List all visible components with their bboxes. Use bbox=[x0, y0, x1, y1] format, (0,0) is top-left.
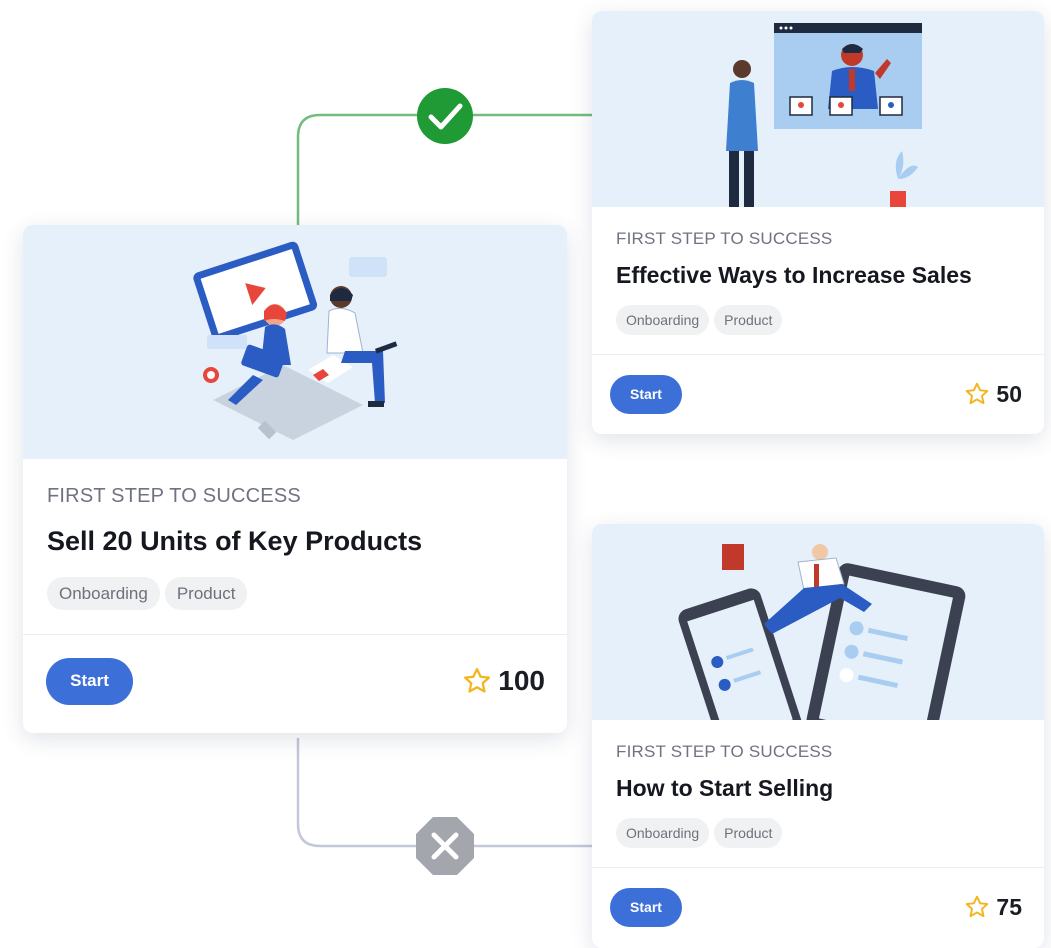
challenge-card-increase-sales[interactable]: FIRST STEP TO SUCCESS Effective Ways to … bbox=[592, 11, 1044, 434]
tag-list: Onboarding Product bbox=[47, 577, 543, 610]
card-footer: Start 75 bbox=[592, 867, 1044, 946]
star-icon bbox=[966, 895, 989, 918]
card-illustration bbox=[592, 524, 1044, 720]
start-button[interactable]: Start bbox=[46, 657, 133, 705]
tag-product: Product bbox=[164, 577, 248, 610]
card-eyebrow: FIRST STEP TO SUCCESS bbox=[47, 485, 301, 507]
tag-list: Onboarding Product bbox=[616, 818, 1020, 848]
tag-onboarding: Onboarding bbox=[47, 577, 160, 610]
start-button[interactable]: Start bbox=[610, 374, 682, 414]
card-title: How to Start Selling bbox=[616, 775, 834, 801]
phone-tablet-jump-illustration bbox=[678, 544, 966, 720]
card-footer: Start 100 bbox=[23, 634, 567, 727]
points-display: 100 bbox=[462, 665, 545, 697]
card-eyebrow: FIRST STEP TO SUCCESS bbox=[616, 229, 833, 248]
tag-onboarding: Onboarding bbox=[616, 818, 710, 848]
points-value: 50 bbox=[996, 380, 1022, 407]
card-footer: Start 50 bbox=[592, 354, 1044, 433]
card-title: Effective Ways to Increase Sales bbox=[616, 262, 972, 288]
tag-product: Product bbox=[714, 305, 783, 335]
points-display: 75 bbox=[964, 894, 1022, 921]
start-button[interactable]: Start bbox=[610, 887, 682, 927]
star-icon bbox=[464, 668, 491, 693]
tag-product: Product bbox=[714, 818, 783, 848]
tag-list: Onboarding Product bbox=[616, 305, 1020, 335]
challenge-card-start-selling[interactable]: FIRST STEP TO SUCCESS How to Start Selli… bbox=[592, 524, 1044, 948]
card-illustration bbox=[23, 225, 567, 459]
card-title: Sell 20 Units of Key Products bbox=[47, 526, 423, 556]
tag-onboarding: Onboarding bbox=[616, 305, 710, 335]
challenge-card-sell-units[interactable]: FIRST STEP TO SUCCESS Sell 20 Units of K… bbox=[23, 225, 567, 733]
people-with-laptop-illustration bbox=[193, 241, 398, 440]
points-display: 50 bbox=[964, 381, 1022, 408]
points-value: 100 bbox=[498, 665, 545, 696]
close-icon bbox=[416, 817, 474, 875]
check-icon bbox=[417, 88, 473, 144]
card-illustration bbox=[592, 11, 1044, 207]
card-eyebrow: FIRST STEP TO SUCCESS bbox=[616, 742, 833, 761]
video-call-illustration bbox=[726, 23, 922, 207]
star-icon bbox=[966, 382, 989, 405]
points-value: 75 bbox=[996, 893, 1022, 920]
